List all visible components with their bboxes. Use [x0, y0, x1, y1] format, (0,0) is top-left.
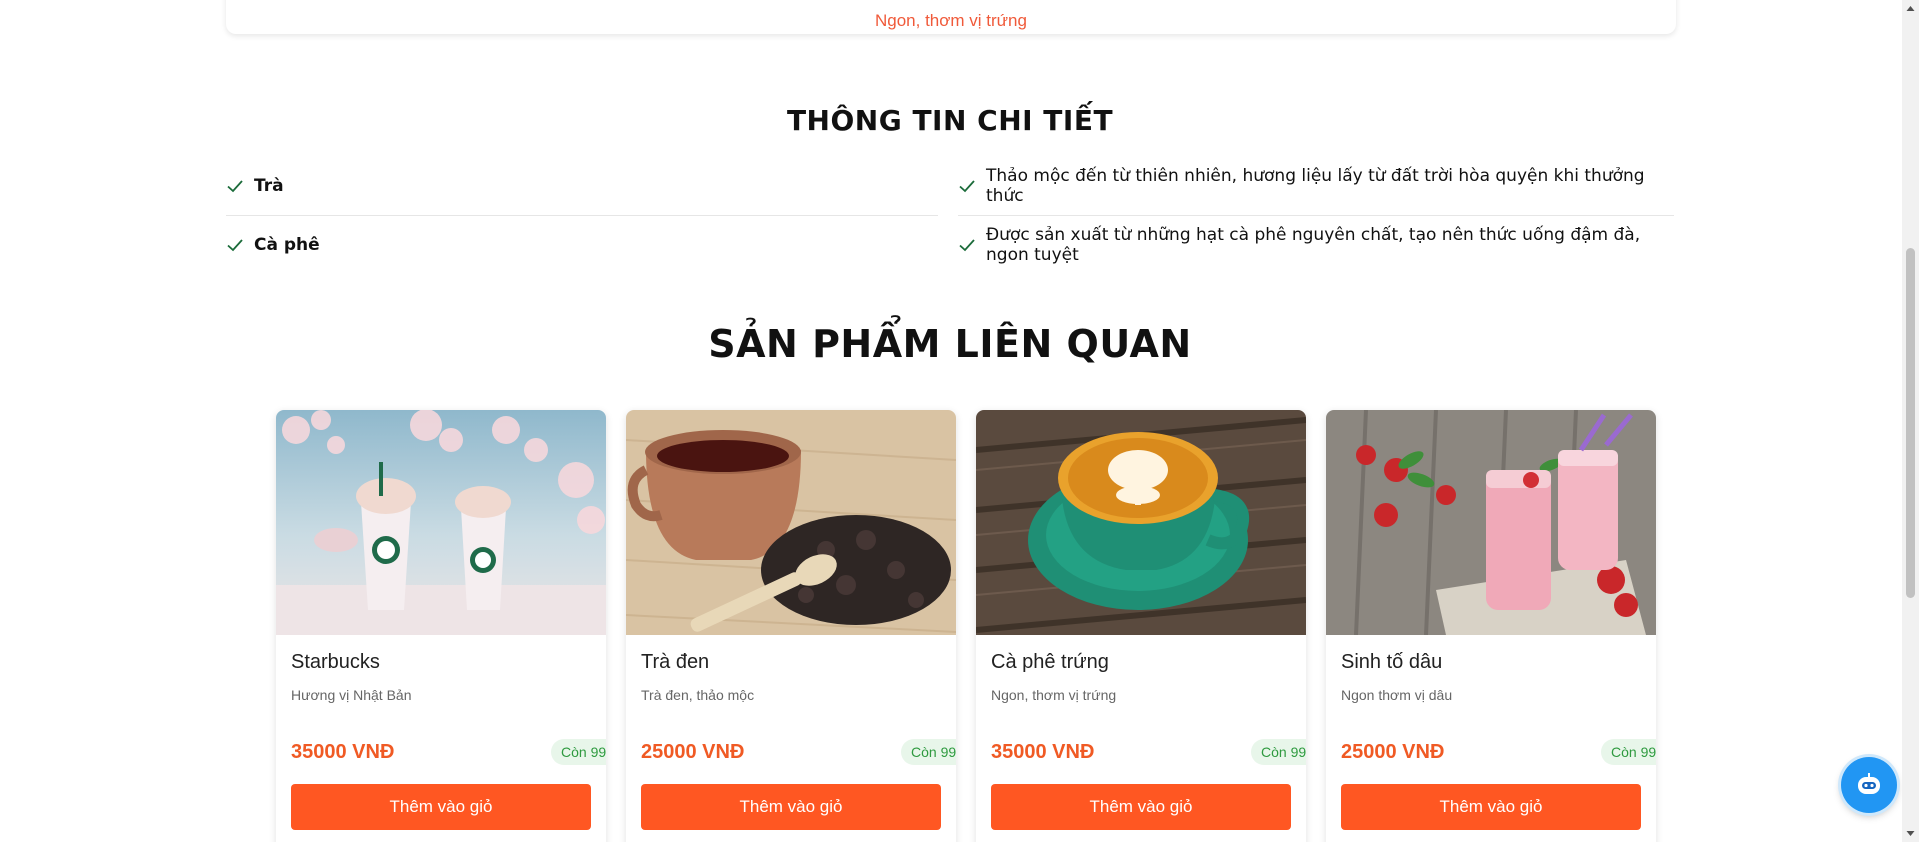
product-name[interactable]: Sinh tố dâu [1341, 651, 1442, 674]
check-icon [959, 239, 975, 252]
detail-value-label: Được sản xuất từ những hạt cà phê nguyên… [986, 225, 1641, 265]
detail-key-coffee: Cà phê [226, 216, 938, 274]
scrollbar-thumb[interactable] [1906, 248, 1915, 598]
product-description: Ngon thơm vị dâu [1341, 687, 1453, 703]
stock-badge: Còn 99 [901, 739, 956, 765]
add-to-cart-button[interactable]: Thêm vào giỏ [291, 784, 591, 830]
strawberry-smoothie-image[interactable] [1326, 410, 1656, 635]
product-name[interactable]: Trà đen [641, 651, 709, 674]
black-tea-image[interactable] [626, 410, 956, 635]
starbucks-drinks-image[interactable] [276, 410, 606, 635]
product-card-egg-coffee[interactable]: Cà phê trứng Ngon, thơm vị trứng 35000 V… [976, 410, 1306, 842]
details-title: THÔNG TIN CHI TIẾT [786, 104, 1114, 137]
stock-badge: Còn 99 [1601, 739, 1656, 765]
product-card-black-tea[interactable]: Trà đen Trà đen, thảo mộc 25000 VNĐ Còn … [626, 410, 956, 842]
product-description-card: Ngon, thơm vị trứng [226, 0, 1676, 34]
check-icon [959, 180, 975, 193]
detail-value-tea: Thảo mộc đến từ thiên nhiên, hương liệu … [958, 157, 1674, 216]
detail-value-label: Thảo mộc đến từ thiên nhiên, hương liệu … [986, 166, 1645, 206]
detail-value-coffee: Được sản xuất từ những hạt cà phê nguyên… [958, 216, 1674, 274]
latte-image[interactable] [976, 410, 1306, 635]
page-scrollbar[interactable] [1902, 0, 1919, 842]
product-description: Ngon, thơm vị trứng [991, 687, 1117, 703]
detail-key-tea: Trà [226, 157, 938, 216]
product-name[interactable]: Cà phê trứng [991, 651, 1109, 674]
add-to-cart-button[interactable]: Thêm vào giỏ [991, 784, 1291, 830]
scroll-up-arrow-icon[interactable] [1902, 0, 1919, 17]
product-price: 35000 VNĐ [991, 741, 1095, 763]
product-price: 25000 VNĐ [641, 741, 745, 763]
product-description: Hương vị Nhật Bản [291, 687, 412, 703]
product-description-text: Ngon, thơm vị trứng [875, 11, 1027, 30]
detail-key-label: Trà [254, 176, 284, 196]
stock-badge: Còn 99 [1251, 739, 1306, 765]
product-price: 35000 VNĐ [291, 741, 395, 763]
add-to-cart-button[interactable]: Thêm vào giỏ [641, 784, 941, 830]
scroll-down-arrow-icon[interactable] [1902, 825, 1919, 842]
detail-key-label: Cà phê [254, 235, 320, 255]
check-icon [227, 239, 243, 252]
chatbot-icon [1858, 773, 1880, 794]
check-icon [227, 180, 243, 193]
chatbot-button[interactable] [1841, 757, 1897, 813]
add-to-cart-button[interactable]: Thêm vào giỏ [1341, 784, 1641, 830]
product-card-strawberry-smoothie[interactable]: Sinh tố dâu Ngon thơm vị dâu 25000 VNĐ C… [1326, 410, 1656, 842]
product-card-starbucks[interactable]: Starbucks Hương vị Nhật Bản 35000 VNĐ Cò… [276, 410, 606, 842]
page: Ngon, thơm vị trứng THÔNG TIN CHI TIẾT T… [0, 0, 1919, 842]
related-products-title: SẢN PHẨM LIÊN QUAN [708, 322, 1192, 366]
product-description: Trà đen, thảo mộc [641, 687, 755, 703]
product-name[interactable]: Starbucks [291, 651, 380, 674]
product-price: 25000 VNĐ [1341, 741, 1445, 763]
stock-badge: Còn 99 [551, 739, 606, 765]
